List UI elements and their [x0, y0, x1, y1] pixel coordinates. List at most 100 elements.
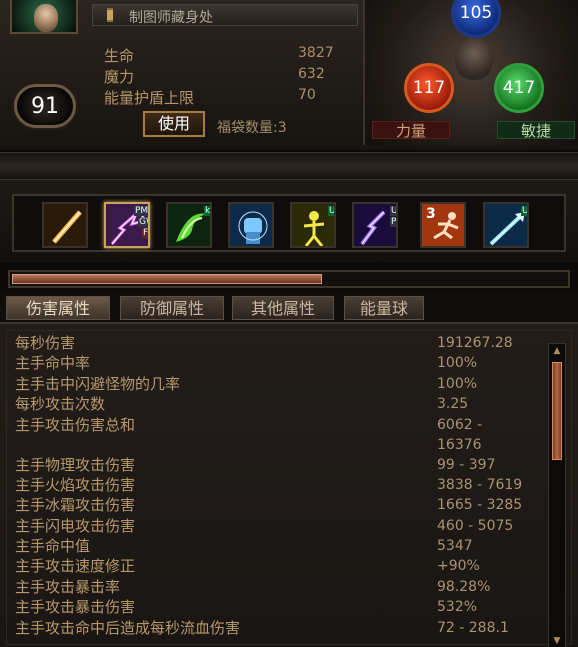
life-label: 生命: [104, 47, 135, 65]
stats-list: 每秒伤害 191267.28 主手命中率 100% 主手击中闪避怪物的几率 10…: [6, 330, 572, 647]
stat-label: 主手击中闪避怪物的几率: [15, 375, 181, 393]
pillar-icon: [107, 8, 113, 22]
lucky-bag-count: 福袋数量:3: [217, 120, 287, 136]
use-button[interactable]: 使用: [143, 111, 205, 137]
stat-label: 每秒伤害: [15, 334, 76, 352]
attribute-tabs: 伤害属性 防御属性 其他属性 能量球: [0, 292, 578, 322]
skill-tag-pm: PM: [134, 206, 149, 216]
stat-value: 3.25: [437, 396, 469, 412]
strength-orb: 117: [404, 63, 454, 113]
dexterity-label: 敏捷: [497, 121, 575, 140]
tab-damage[interactable]: 伤害属性: [6, 296, 110, 320]
skill-tag-p: P: [390, 217, 397, 227]
portrait-face-icon: [34, 4, 58, 32]
damage-stats-panel: 每秒伤害 191267.28 主手命中率 100% 主手击中闪避怪物的几率 10…: [0, 322, 578, 647]
stat-row: 主手攻击命中后造成每秒流血伤害 72 - 288.1: [15, 618, 509, 638]
stats-scrollbar[interactable]: ▲ ▼: [548, 343, 566, 647]
stat-value: 1665 - 3285: [437, 497, 523, 513]
stat-row: 主手火焰攻击伤害 3838 - 7619: [15, 475, 522, 495]
sword-strike-icon: [44, 204, 86, 246]
skill-slot-8[interactable]: U: [483, 202, 529, 248]
stat-row: 主手攻击暴击率 98.28%: [15, 577, 490, 597]
section-divider: [0, 152, 578, 180]
stat-row: 主手攻击暴击伤害 532%: [15, 597, 477, 617]
skill-tag-k: k: [204, 206, 211, 216]
skill-slot-2[interactable]: PM GW F: [104, 202, 150, 248]
stat-value: 191267.28: [437, 335, 513, 351]
stat-label: 主手闪电攻击伤害: [15, 517, 136, 535]
stat-label: 主手命中值: [15, 537, 91, 555]
scroll-up-arrow-icon[interactable]: ▲: [551, 346, 563, 356]
experience-bar-fill: [12, 274, 322, 284]
intelligence-value: 105: [459, 3, 493, 23]
medallion-face-icon: [455, 36, 493, 80]
character-name-bar: 制图师藏身处: [92, 4, 358, 26]
skill-slot-4[interactable]: [228, 202, 274, 248]
strength-label: 力量: [372, 121, 450, 140]
stat-label: 主手火焰攻击伤害: [15, 476, 136, 494]
stat-row: 主手攻击速度修正 +90%: [15, 556, 480, 576]
scroll-thumb[interactable]: [552, 362, 562, 460]
life-value: 3827: [298, 45, 334, 61]
stat-row: 主手闪电攻击伤害 460 - 5075: [15, 516, 513, 536]
stat-value: 100%: [437, 376, 478, 392]
stat-value: +90%: [437, 558, 480, 574]
skill-slot-7[interactable]: 3: [420, 202, 466, 248]
tab-other[interactable]: 其他属性: [232, 296, 334, 320]
character-name: 制图师藏身处: [129, 10, 213, 26]
stat-value: 100%: [437, 355, 478, 371]
stat-value: 3838 - 7619: [437, 477, 523, 493]
skill-tag-u: U: [390, 206, 398, 216]
skill-slot-1[interactable]: [42, 202, 88, 248]
stat-value-continued: 16376: [437, 437, 482, 453]
stat-row: 主手物理攻击伤害 99 - 397: [15, 455, 496, 475]
skill-charge-count: 3: [426, 206, 436, 222]
stat-value: 5347: [437, 538, 473, 554]
stat-label: 主手攻击暴击伤害: [15, 598, 136, 616]
energy-shield-label: 能量护盾上限: [104, 89, 195, 107]
stat-label: 主手攻击速度修正: [15, 557, 136, 575]
character-header: 91 制图师藏身处 生命 3827 魔力 632 能量护盾上限 70 使用 福袋…: [0, 0, 578, 150]
mana-value: 632: [298, 66, 325, 82]
stat-row: 主手击中闪避怪物的几率 100%: [15, 374, 477, 394]
stat-value: 460 - 5075: [437, 518, 514, 534]
energy-shield-stat: 能量护盾上限 70: [104, 87, 316, 108]
mana-stat: 魔力 632: [104, 66, 325, 87]
stat-row: 主手攻击伤害总和 6062 - 16376: [15, 415, 482, 455]
skill-tag-gw: GW: [138, 217, 148, 227]
stat-value: 99 - 397: [437, 457, 496, 473]
energy-shield-value: 70: [298, 87, 316, 103]
skill-tag-f: F: [142, 228, 149, 238]
stat-value: 6062 -: [437, 417, 483, 433]
fist-icon: [230, 204, 272, 246]
stat-label: 每秒攻击次数: [15, 395, 106, 413]
stat-label: 主手攻击暴击率: [15, 578, 121, 596]
scroll-down-arrow-icon[interactable]: ▼: [551, 636, 563, 646]
tab-defense[interactable]: 防御属性: [120, 296, 224, 320]
stat-row: 每秒攻击次数 3.25: [15, 394, 468, 414]
skill-tag-u: U: [328, 206, 336, 216]
stat-row: 主手冰霜攻击伤害 1665 - 3285: [15, 495, 522, 515]
skill-tag-u: U: [521, 206, 529, 216]
skill-slot-3[interactable]: k: [166, 202, 212, 248]
stat-value: 98.28%: [437, 579, 491, 595]
character-portrait[interactable]: [10, 0, 78, 34]
skill-slot-5[interactable]: U: [290, 202, 336, 248]
stat-label: 主手冰霜攻击伤害: [15, 496, 136, 514]
mana-label: 魔力: [104, 68, 135, 86]
dexterity-orb: 417: [494, 63, 544, 113]
character-level: 91: [31, 93, 59, 119]
stat-value: 72 - 288.1: [437, 620, 509, 636]
skill-bar: PM GW F k U U P: [0, 180, 578, 262]
life-stat: 生命 3827: [104, 45, 334, 66]
experience-bar: [8, 270, 570, 288]
skill-slot-6[interactable]: U P: [352, 202, 398, 248]
stat-row: 每秒伤害 191267.28: [15, 333, 513, 353]
stat-label: 主手攻击伤害总和: [15, 416, 136, 434]
strength-value: 117: [412, 78, 446, 98]
stat-row: 主手命中率 100%: [15, 353, 477, 373]
tab-power-orbs[interactable]: 能量球: [344, 296, 424, 320]
character-level-badge: 91: [14, 84, 76, 128]
stat-label: 主手物理攻击伤害: [15, 456, 136, 474]
dexterity-value: 417: [502, 78, 536, 98]
